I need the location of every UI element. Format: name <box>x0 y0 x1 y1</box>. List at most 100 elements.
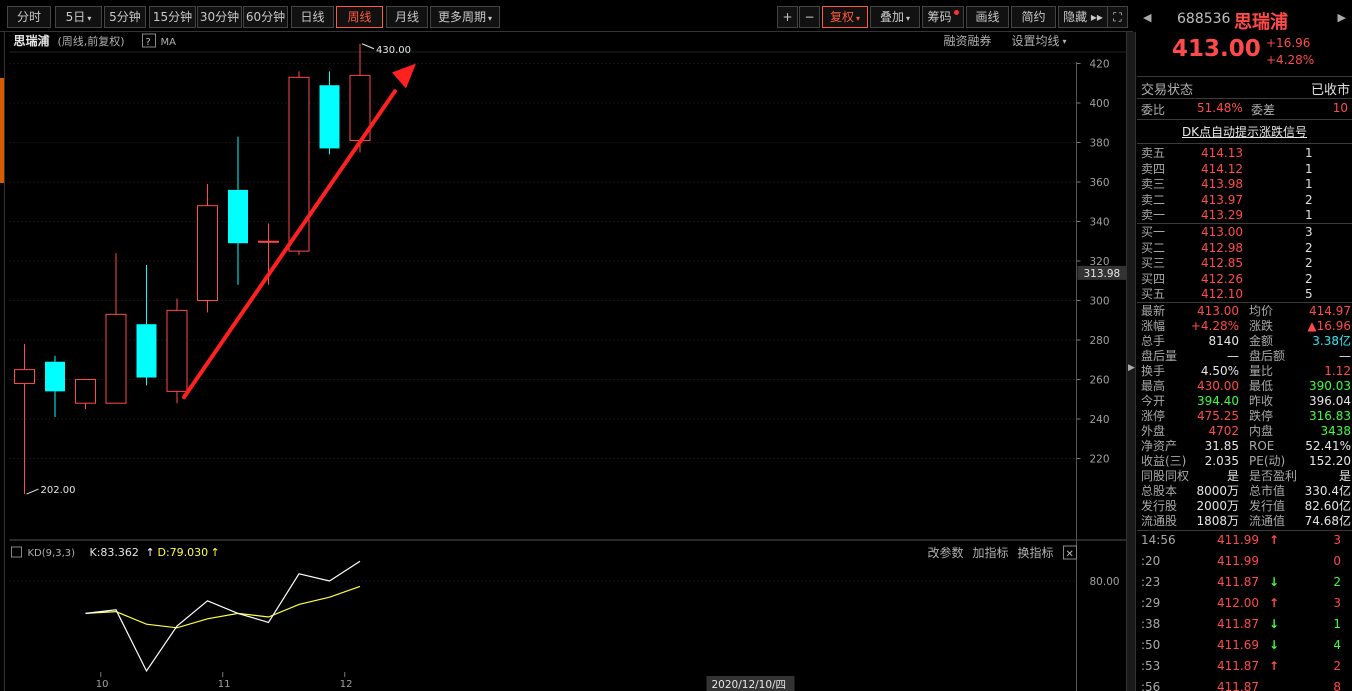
tick-price: 411.99 <box>1217 554 1259 568</box>
tick-time: :23 <box>1141 575 1161 589</box>
margin-trading-link[interactable]: 融资融券 <box>944 33 992 48</box>
quote-value: — <box>1227 349 1239 363</box>
tick-price: 412.00 <box>1217 596 1259 610</box>
tick-price: 411.99 <box>1217 533 1259 547</box>
order-volume: 2 <box>1305 256 1313 270</box>
toolbar-button-label: + <box>782 10 793 24</box>
y-tick-label: 380 <box>1090 138 1110 150</box>
quote-value: 330.4亿 <box>1304 484 1351 498</box>
order-price: 414.12 <box>1201 161 1243 176</box>
order-level-label: 卖一 <box>1141 208 1166 222</box>
toolbar-right-button-7[interactable]: 隐藏 ▸▸ <box>1058 6 1108 28</box>
y-tick-label: 280 <box>1090 335 1110 347</box>
chevron-down-icon[interactable]: ▾ <box>1063 37 1067 46</box>
quote-row: 换手 4.50% 量比 1.12 <box>1141 364 1351 379</box>
y-tick-label: 300 <box>1090 296 1110 308</box>
bid-row: 买五 412.10 5 <box>1141 287 1351 302</box>
quote-row: 外盘 4702 内盘 3438 <box>1141 424 1351 439</box>
quote-value: 2.035 <box>1204 454 1239 468</box>
toolbar-right-button-2[interactable]: 复权 ▾ <box>822 6 868 28</box>
quote-label: 涨停 <box>1141 409 1166 423</box>
toolbar-left-button-2[interactable]: 5分钟 <box>104 6 146 28</box>
toolbar-left-button-9[interactable]: 更多周期 ▾ <box>430 6 500 28</box>
toolbar-left-button-5[interactable]: 60分钟 <box>243 6 288 28</box>
kd-label: KD(9,3,3) <box>28 548 76 559</box>
chart-area[interactable]: 80.00 2202402602803003203403603804004203… <box>6 32 1133 691</box>
kd-k-arrow-icon: ↑ <box>146 546 155 559</box>
toolbar-button-label: 简约 <box>1021 10 1046 24</box>
order-level-label: 买二 <box>1141 240 1166 255</box>
high-label: 430.00 <box>376 45 411 56</box>
stock-code: 688536 <box>1177 11 1231 27</box>
toolbar-right-button-1[interactable]: − <box>799 6 820 28</box>
dk-signal-link[interactable]: DK点自动提示涨跌信号 <box>1182 125 1307 139</box>
order-volume: 1 <box>1305 208 1313 222</box>
quote-label: 总市值 <box>1249 484 1286 498</box>
toolbar-right-button-6[interactable]: 简约 <box>1011 6 1056 28</box>
order-volume: 2 <box>1305 192 1313 207</box>
change-params-button[interactable]: 改参数 <box>928 545 964 560</box>
quote-value: 316.83 <box>1309 409 1351 423</box>
close-icon: ✕ <box>1066 549 1074 560</box>
notification-dot-icon <box>953 10 959 15</box>
weicha-label: 委差 <box>1251 103 1276 117</box>
toolbar-left-button-8[interactable]: 月线 <box>386 6 428 28</box>
quote-value: 2000万 <box>1196 499 1239 513</box>
next-stock-icon[interactable]: ▶ <box>1338 11 1346 24</box>
toolbar-left-button-7[interactable]: 周线 <box>336 6 383 28</box>
y-tick-label: 220 <box>1090 454 1110 466</box>
prev-stock-icon[interactable]: ◀ <box>1143 11 1151 24</box>
quote-value: 1808万 <box>1196 514 1239 528</box>
quote-value: 3438 <box>1320 424 1351 438</box>
tick-time: :20 <box>1141 554 1161 568</box>
left-edge-marker <box>0 78 4 183</box>
quote-row: 涨幅 +4.28% 涨跌 ▲16.96 <box>1141 319 1351 334</box>
tick-price: 411.87 <box>1217 575 1259 589</box>
order-price: 412.26 <box>1201 271 1243 286</box>
divider <box>1137 119 1352 120</box>
quote-label: 收益(三) <box>1141 454 1187 468</box>
toolbar-left-button-1[interactable]: 5日 ▾ <box>55 6 102 28</box>
toolbar-right-button-0[interactable]: + <box>777 6 798 28</box>
tick-row: :38 411.87 ↓ 1 <box>1141 614 1351 635</box>
kd-d-arrow-icon: ↑ <box>211 546 220 559</box>
tick-row: :50 411.69 ↓ 4 <box>1141 635 1351 656</box>
toolbar-right-button-8[interactable]: ⛶ <box>1107 6 1128 28</box>
order-volume: 1 <box>1305 161 1313 176</box>
candle-body <box>45 361 65 392</box>
tick-volume: 8 <box>1333 680 1341 691</box>
toolbar-right-button-3[interactable]: 叠加 ▾ <box>870 6 920 28</box>
quote-row: 最高 430.00 最低 390.03 <box>1141 379 1351 394</box>
panel-splitter[interactable]: ▶ <box>1126 32 1136 691</box>
ma-label[interactable]: MA <box>161 37 177 48</box>
quote-value: 1.12 <box>1324 364 1351 378</box>
switch-indicator-button[interactable]: 换指标 <box>1018 545 1054 560</box>
quote-row: 盘后量 — 盘后额 — <box>1141 349 1351 364</box>
candle-body <box>75 379 96 404</box>
candle-body <box>288 76 310 252</box>
kd-help-icon[interactable] <box>11 546 22 558</box>
quote-label: 跌停 <box>1249 409 1274 423</box>
left-edge-strip <box>0 32 5 691</box>
chevron-down-icon: ▾ <box>906 14 911 23</box>
toolbar-button-label: 15分钟 <box>152 10 193 24</box>
ask-row: 卖三 413.98 1 <box>1141 177 1351 192</box>
quote-value: 31.85 <box>1204 439 1239 453</box>
candle-body <box>136 324 157 378</box>
quote-value: 82.60亿 <box>1304 499 1351 513</box>
ma-settings-link[interactable]: 设置均线 <box>1012 34 1060 48</box>
quote-header: ◀ 688536 思瑞浦 ▶ <box>1137 10 1352 33</box>
toolbar-right-button-4[interactable]: 筹码 <box>922 6 964 28</box>
arrow-down-icon: ↓ <box>1269 617 1280 631</box>
quote-value: — <box>1339 349 1351 363</box>
quote-value: 4.50% <box>1200 364 1239 378</box>
kd-d-value: D:79.030 <box>158 546 209 559</box>
toolbar-left-button-6[interactable]: 日线 <box>291 6 334 28</box>
help-icon-label: ? <box>146 37 151 48</box>
toolbar-left-button-0[interactable]: 分时 <box>7 6 51 28</box>
add-indicator-button[interactable]: 加指标 <box>973 545 1009 560</box>
toolbar-left-button-3[interactable]: 15分钟 <box>149 6 196 28</box>
toolbar-left-button-4[interactable]: 30分钟 <box>197 6 242 28</box>
toolbar-right-button-5[interactable]: 画线 <box>966 6 1009 28</box>
arrow-up-icon: ↑ <box>1269 533 1280 547</box>
